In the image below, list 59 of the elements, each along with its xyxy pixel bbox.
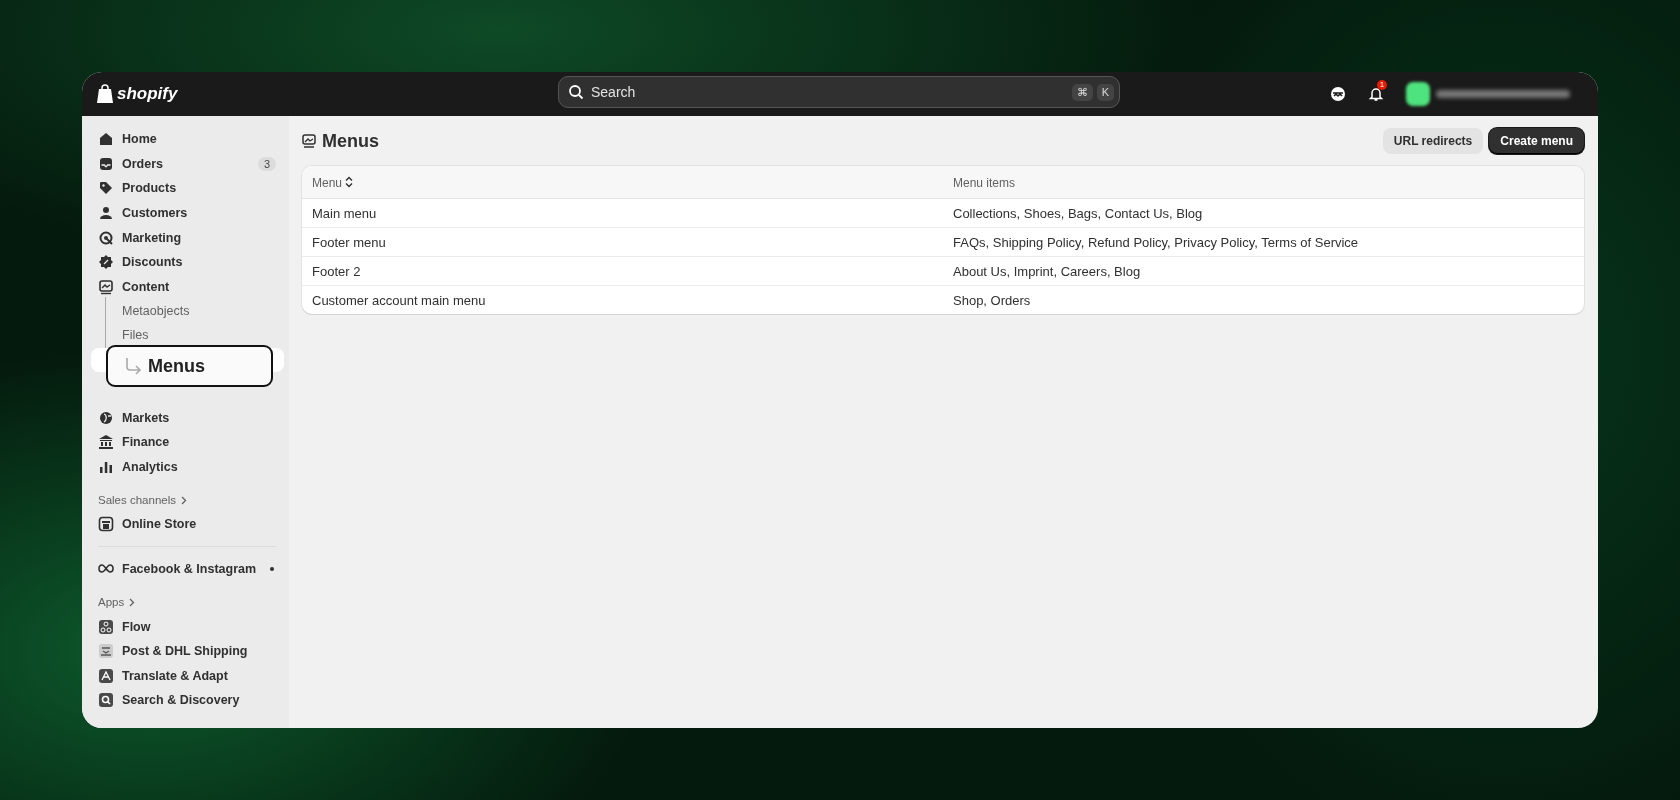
column-header: Menu items [943,166,1584,199]
secondary-button[interactable]: URL redirects [1382,128,1484,154]
nav-item[interactable]: Analytics [90,454,284,480]
nav-item[interactable]: Orders 3 [90,151,284,177]
target-icon [98,229,114,246]
chevron-right-icon [129,597,136,607]
shopping-bag-icon [96,84,114,104]
nav-item[interactable]: Finance [90,429,284,455]
count-badge: 3 [257,156,276,171]
nav-item[interactable]: Post & DHL Shipping [90,638,284,664]
nav-item[interactable]: Customers [90,200,284,226]
menu-name-cell[interactable]: Footer 2 [302,256,943,286]
create-button[interactable]: Create menu [1489,128,1584,154]
menu-items-cell: About Us, Imprint, Careers, Blog [943,256,1584,286]
nav-item[interactable]: Online Store [90,512,284,537]
sort-icon [345,176,354,189]
nav-item[interactable]: Markets [90,405,284,430]
search-icon [98,692,114,709]
image-icon [302,134,316,148]
menu-name-cell[interactable]: Footer menu [302,227,943,257]
search-icon [568,84,584,100]
nav-item[interactable]: Translate & Adapt [90,663,284,689]
nav-item[interactable]: Discounts [90,249,284,275]
menu-items-cell: Collections, Shoes, Bags, Contact Us, Blog [943,198,1584,228]
translate-icon [98,667,114,684]
storefront-icon [98,516,114,533]
nav-item[interactable]: Search & Discovery [90,688,284,713]
flow-icon [98,618,114,635]
return-arrow-icon [124,357,142,376]
person-icon [98,205,114,222]
column-header[interactable]: Menu [302,166,943,199]
nav-item[interactable]: Marketing [90,225,284,250]
logo-text[interactable]: shopify [117,84,178,104]
nav-item[interactable]: Content [90,274,284,300]
section-heading[interactable]: Sales channels [90,488,284,513]
bell-icon [1368,86,1384,102]
nav-item[interactable]: Facebook & Instagram [90,556,284,582]
menu-name-cell[interactable]: Main menu [302,198,943,228]
page-title: Menus [322,130,379,152]
inbox-icon [98,155,114,172]
notification-count: 1 [1377,80,1387,90]
menu-items-cell: Shop, Orders [943,285,1584,314]
avatar-icon[interactable] [1406,82,1430,106]
image-icon [98,278,114,295]
tag-icon [98,180,114,197]
nav-item[interactable]: Flow [90,614,284,639]
section-heading[interactable]: Apps [90,590,284,615]
nav-subitem[interactable]: Files [91,323,284,347]
globe-icon [98,409,114,426]
discount-icon [98,254,114,271]
menu-items-cell: FAQs, Shipping Policy, Refund Policy, Privacy Policy, Terms of Service [943,227,1584,257]
bank-icon [98,434,114,451]
menu-name-cell[interactable]: Customer account main menu [302,285,943,314]
nav-subitem[interactable]: Metaobjects [91,299,284,323]
chevron-right-icon [181,495,187,505]
callout-label: Menus [148,355,205,377]
nav-item[interactable]: Products [90,176,284,201]
nav-item[interactable]: Home [90,127,284,152]
home-icon [98,131,114,148]
